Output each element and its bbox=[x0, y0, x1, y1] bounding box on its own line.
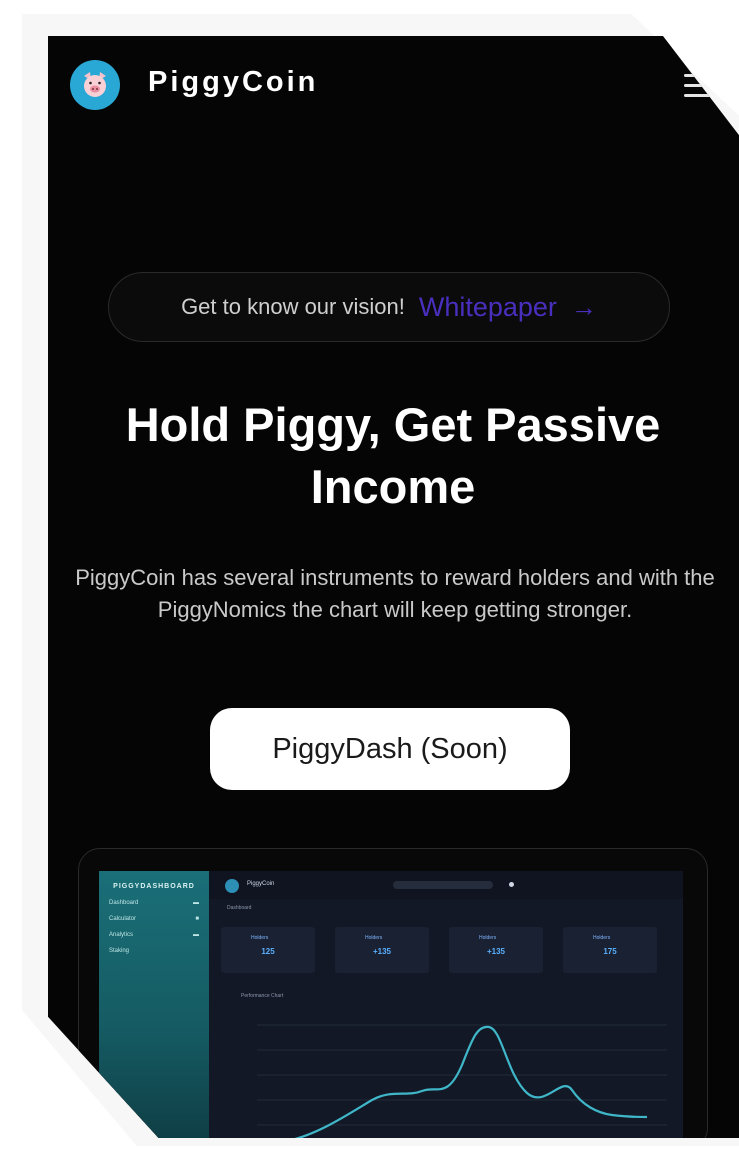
phone-screen: PiggyCoin Get to know our vision! Whitep… bbox=[48, 36, 739, 1138]
dashboard-preview: PIGGYDASHBOARD Dashboard ▬ Calculator ■ An… bbox=[78, 848, 708, 1138]
dashboard-stat-card: Holders 175 bbox=[563, 927, 657, 973]
dashboard-search bbox=[393, 881, 493, 889]
dashboard-stat-card: Holders +135 bbox=[449, 927, 543, 973]
dashboard-nav-item: Analytics ▬ bbox=[109, 932, 199, 938]
dashboard-sidebar-title: PIGGYDASHBOARD bbox=[113, 883, 195, 890]
chart-series-line bbox=[286, 1025, 648, 1138]
dashboard-stat-card: Holders 125 bbox=[221, 927, 315, 973]
piggydash-button[interactable]: PiggyDash (Soon) bbox=[210, 708, 570, 790]
brand-name[interactable]: PiggyCoin bbox=[148, 66, 318, 99]
hero-title: Hold Piggy, Get Passive Income bbox=[125, 398, 661, 513]
dashboard-nav-item: Staking bbox=[109, 948, 130, 954]
whitepaper-link[interactable]: Whitepaper bbox=[419, 292, 557, 323]
dashboard-topbar: PiggyCoin bbox=[209, 871, 683, 899]
dashboard-avatar bbox=[225, 879, 239, 893]
pig-face-icon[interactable] bbox=[70, 60, 120, 110]
dashboard-menu-dot bbox=[509, 882, 514, 887]
dashboard-chart-title: Performance Chart bbox=[241, 993, 284, 999]
dashboard-stat-card: Holders +135 bbox=[335, 927, 429, 973]
dashboard-line-chart bbox=[257, 1024, 667, 1138]
dashboard-app-name: PiggyCoin bbox=[247, 881, 275, 887]
site-header: PiggyCoin bbox=[70, 60, 730, 110]
hero-description: PiggyCoin has several instruments to rew… bbox=[75, 565, 715, 622]
dashboard-nav-item: Calculator ■ bbox=[109, 916, 199, 922]
arrow-right-icon[interactable]: → bbox=[571, 292, 597, 323]
vision-text: Get to know our vision! bbox=[181, 294, 405, 319]
dashboard-nav-item: Dashboard ▬ bbox=[109, 900, 199, 906]
dashboard-section-label: Dashboard bbox=[227, 905, 252, 911]
vision-banner[interactable]: Get to know our vision! Whitepaper → bbox=[108, 272, 670, 342]
dashboard-image: PIGGYDASHBOARD Dashboard ▬ Calculator ■ An… bbox=[99, 871, 683, 1138]
